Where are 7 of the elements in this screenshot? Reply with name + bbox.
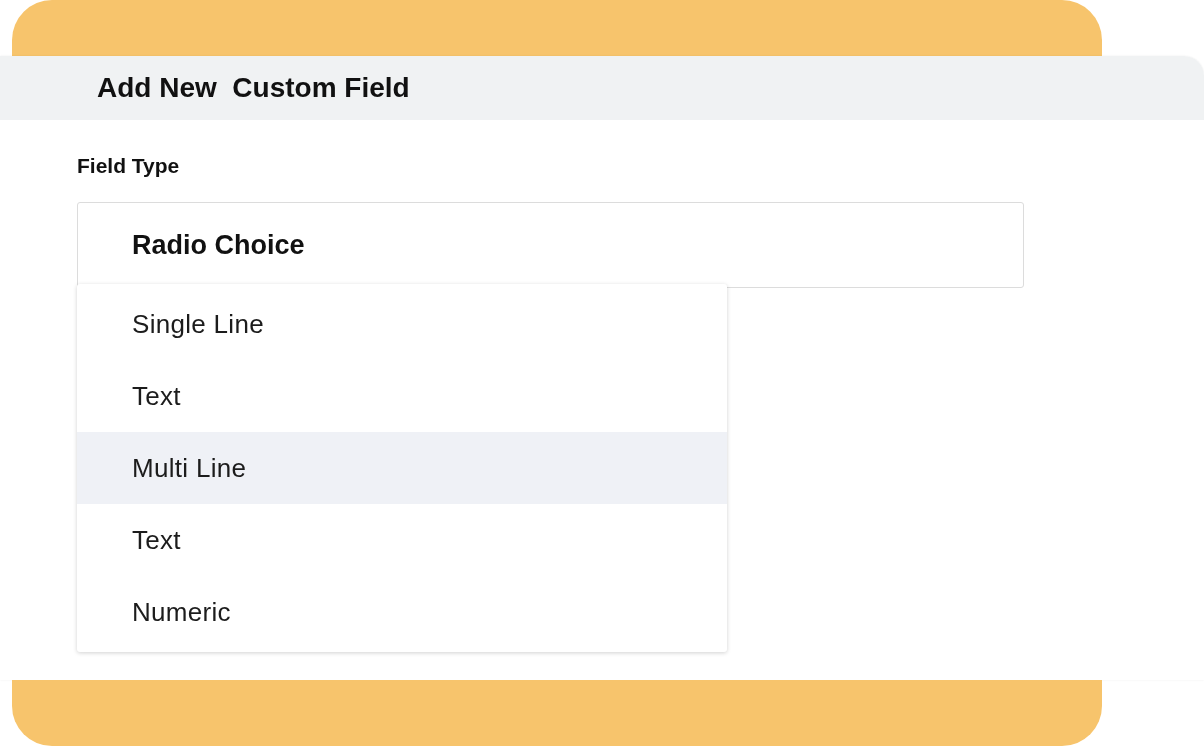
- field-label: Field Type: [77, 154, 181, 178]
- dialog-title: Add New Custom Field: [97, 72, 410, 104]
- dropdown-option[interactable]: Numeric: [77, 576, 727, 648]
- dropdown-option[interactable]: Text: [77, 504, 727, 576]
- dropdown-option[interactable]: Multi Line: [77, 432, 727, 504]
- dropdown-option[interactable]: Single Line: [77, 288, 727, 360]
- dropdown-option[interactable]: Text: [77, 360, 727, 432]
